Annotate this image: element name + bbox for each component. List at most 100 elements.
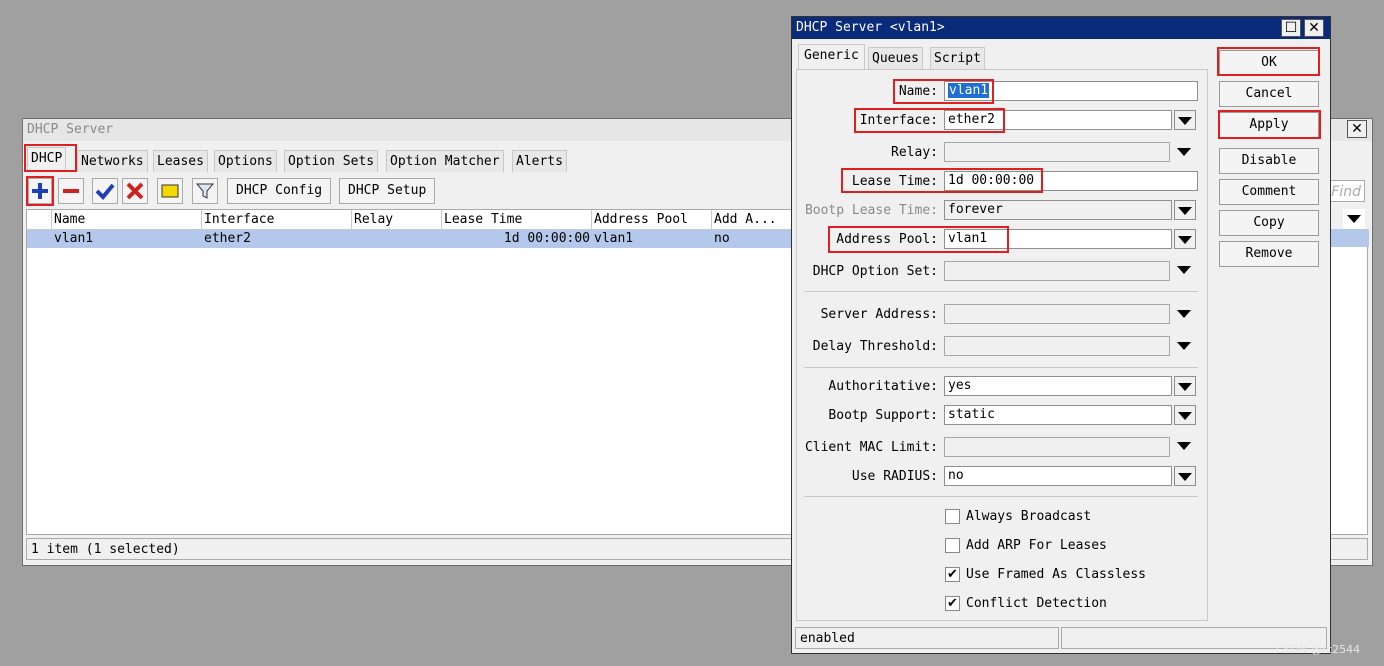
tab-alerts[interactable]: Alerts (512, 150, 567, 172)
add-button[interactable] (28, 178, 52, 204)
tab-leases[interactable]: Leases (153, 150, 208, 172)
table-row[interactable]: vlan1 ether2 1d 00:00:00 vlan1 no (27, 230, 791, 248)
delay-threshold-input[interactable] (944, 336, 1170, 356)
tab-dhcp[interactable]: DHCP (27, 147, 67, 172)
authoritative-dropdown-button[interactable] (1174, 376, 1196, 396)
lease-time-input[interactable]: 1d 00:00:00 (944, 171, 1198, 191)
ok-button[interactable]: OK (1219, 50, 1319, 76)
conflict-detection-label: Conflict Detection (966, 596, 1107, 611)
apply-button[interactable]: Apply (1219, 112, 1319, 138)
chevron-down-icon (1178, 117, 1192, 125)
row-add-arp: no (714, 231, 730, 246)
copy-button[interactable]: Copy (1219, 210, 1319, 236)
address-pool-dropdown-button[interactable] (1174, 229, 1196, 249)
selected-row (1331, 229, 1369, 247)
row-relay (352, 230, 442, 248)
chevron-down-icon (1178, 383, 1192, 391)
use-framed-label: Use Framed As Classless (966, 567, 1147, 582)
chevron-down-icon (1347, 215, 1361, 223)
window-title: DHCP Server (23, 119, 811, 141)
note-icon (161, 184, 179, 198)
interface-select[interactable]: ether2 (944, 110, 1172, 130)
add-arp-label: Add ARP For Leases (966, 538, 1107, 553)
column-header-address-pool[interactable]: Address Pool (592, 210, 712, 230)
minus-icon (63, 189, 79, 193)
row-address-pool: vlan1 (594, 231, 634, 246)
dhcp-setup-button[interactable]: DHCP Setup (339, 178, 436, 204)
column-header-lease-time[interactable]: Lease Time (442, 210, 592, 230)
name-input[interactable]: vlan1 (944, 81, 1198, 101)
relay-chevron-down-icon[interactable] (1177, 148, 1191, 156)
column-header-interface[interactable]: Interface (202, 210, 352, 230)
bootp-support-dropdown-button[interactable] (1174, 405, 1196, 425)
use-radius-dropdown-button[interactable] (1174, 466, 1196, 486)
row-name: vlan1 (54, 231, 94, 246)
dialog-title: DHCP Server <vlan1> (792, 17, 1330, 39)
use-radius-label: Use RADIUS: (851, 469, 938, 484)
comment-button[interactable] (157, 178, 183, 204)
remove-button[interactable] (58, 178, 84, 204)
tab-option-matcher[interactable]: Option Matcher (386, 150, 504, 172)
filter-button[interactable] (192, 178, 218, 204)
conflict-detection-checkbox[interactable]: ✔ (945, 596, 960, 611)
relay-input[interactable] (944, 142, 1170, 162)
divider (804, 291, 1198, 292)
address-pool-select[interactable]: vlan1 (944, 229, 1172, 249)
find-input[interactable]: Find (1327, 180, 1365, 202)
authoritative-label: Authoritative: (828, 379, 938, 394)
column-header-name[interactable]: Name (52, 210, 202, 230)
tab-options[interactable]: Options (214, 150, 277, 172)
dhcp-config-button[interactable]: DHCP Config (227, 178, 332, 204)
check-icon (95, 183, 115, 200)
name-value: vlan1 (948, 83, 990, 98)
lease-time-label: Lease Time: (851, 174, 938, 189)
chevron-down-icon (1178, 473, 1192, 481)
x-icon (126, 182, 144, 200)
filter-icon (195, 183, 215, 199)
tab-generic[interactable]: Generic (798, 44, 865, 69)
remove-button[interactable]: Remove (1219, 241, 1319, 267)
column-header-add-arp[interactable]: Add A... (712, 210, 791, 230)
server-address-input[interactable] (944, 304, 1170, 324)
close-icon[interactable]: ✕ (1304, 19, 1324, 37)
interface-dropdown-button[interactable] (1174, 110, 1196, 130)
close-icon[interactable]: ✕ (1347, 120, 1367, 138)
tab-script[interactable]: Script (930, 47, 985, 69)
always-broadcast-checkbox[interactable] (945, 509, 960, 524)
client-mac-limit-chevron-down-icon[interactable] (1177, 442, 1191, 450)
column-header-relay[interactable]: Relay (352, 210, 442, 230)
server-address-chevron-down-icon[interactable] (1177, 310, 1191, 318)
list-status-bar: 1 item (1 selected) (26, 538, 792, 560)
comment-button[interactable]: Comment (1219, 179, 1319, 205)
secondary-list-area (1330, 229, 1369, 535)
dhcp-option-set-chevron-down-icon[interactable] (1177, 266, 1191, 274)
delay-threshold-chevron-down-icon[interactable] (1177, 342, 1191, 350)
dhcp-option-set-label: DHCP Option Set: (812, 264, 938, 279)
add-arp-checkbox[interactable] (945, 538, 960, 553)
disable-button[interactable] (122, 178, 148, 204)
dialog-status-enabled: enabled (795, 627, 1059, 649)
use-radius-select[interactable]: no (944, 466, 1172, 486)
bootp-lease-time-select[interactable]: forever (944, 200, 1172, 220)
cancel-button[interactable]: Cancel (1219, 81, 1319, 107)
bootp-support-select[interactable]: static (944, 405, 1172, 425)
client-mac-limit-label: Client MAC Limit: (804, 440, 938, 455)
watermark: CSDN @rc2544 (1276, 643, 1361, 656)
dhcp-option-set-input[interactable] (944, 261, 1170, 281)
client-mac-limit-input[interactable] (944, 437, 1170, 457)
server-address-label: Server Address: (820, 307, 938, 322)
column-chooser-button[interactable] (1343, 209, 1365, 230)
authoritative-select[interactable]: yes (944, 376, 1172, 396)
always-broadcast-label: Always Broadcast (966, 509, 1092, 524)
maximize-icon[interactable]: ☐ (1281, 19, 1301, 37)
enable-button[interactable] (92, 178, 118, 204)
relay-label: Relay: (891, 145, 938, 160)
use-framed-checkbox[interactable]: ✔ (945, 567, 960, 582)
tab-networks[interactable]: Networks (77, 150, 148, 172)
tab-option-sets[interactable]: Option Sets (284, 150, 379, 172)
row-interface: ether2 (204, 231, 251, 246)
tab-queues[interactable]: Queues (868, 47, 923, 69)
bootp-lease-time-label: Bootp Lease Time: (804, 203, 938, 218)
disable-button[interactable]: Disable (1219, 148, 1319, 174)
bootp-lease-time-dropdown-button[interactable] (1174, 200, 1196, 220)
